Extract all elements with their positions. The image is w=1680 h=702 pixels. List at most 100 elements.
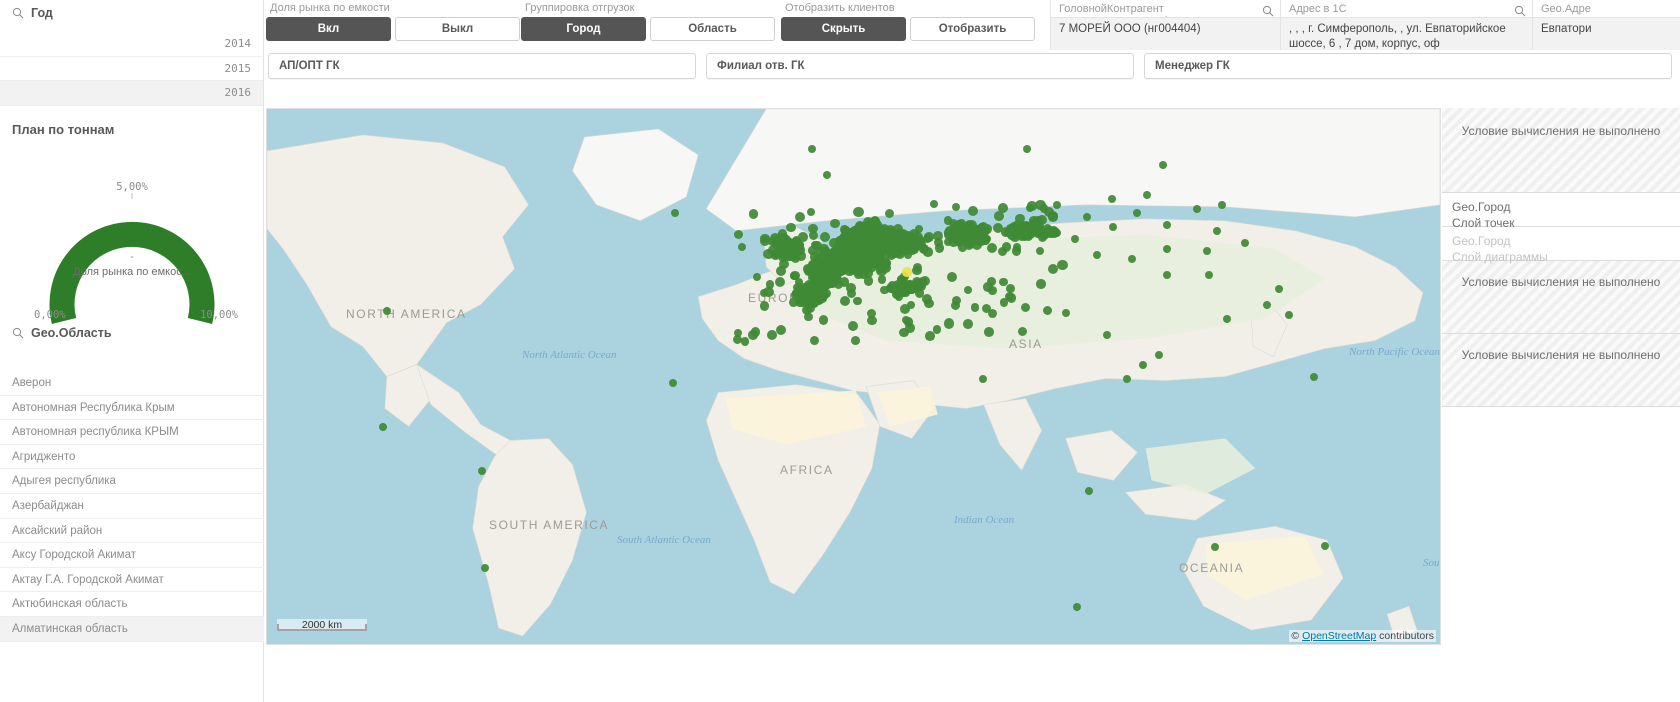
grouping-region-button[interactable]: Область [650, 17, 775, 41]
gauge-chart[interactable]: 5,00% 0,00% 10,00% - Доля рынка по емкос… [0, 141, 264, 341]
list-item[interactable]: Азербайджан [0, 494, 264, 519]
filter-label[interactable]: Филиал отв. ГК [706, 53, 1134, 79]
map-point[interactable] [988, 286, 997, 295]
list-item[interactable]: Агридженто [0, 445, 264, 470]
map-point[interactable] [894, 292, 904, 301]
map-point[interactable] [1036, 279, 1046, 289]
filter-ap-opt[interactable]: АП/ОПТ ГК [268, 53, 696, 79]
search-cell-geo-address[interactable]: Geo.Адре Евпатори [1532, 0, 1680, 50]
map-point[interactable] [794, 211, 806, 222]
map-point[interactable] [1016, 226, 1027, 237]
map-point[interactable] [760, 301, 770, 311]
map-point[interactable] [808, 260, 818, 270]
map-point[interactable] [901, 316, 910, 325]
map-point[interactable] [785, 222, 796, 233]
map-point[interactable] [767, 329, 778, 340]
map-point[interactable] [987, 308, 997, 318]
list-item[interactable]: 2015 [0, 57, 263, 82]
map-point[interactable] [1015, 213, 1025, 224]
market-share-on-button[interactable]: Вкл [266, 17, 391, 41]
map-point[interactable] [984, 327, 994, 338]
list-item[interactable]: 2016 [0, 81, 263, 106]
list-item[interactable]: Аверон [0, 371, 264, 396]
map-point[interactable] [805, 302, 816, 313]
map-point[interactable] [776, 324, 787, 335]
search-icon[interactable] [1514, 5, 1526, 17]
map-point[interactable] [873, 232, 883, 242]
calc-condition-cell[interactable]: Условие вычисления не выполнено [1442, 334, 1680, 407]
map-point[interactable] [905, 322, 916, 333]
map-point[interactable] [733, 229, 744, 239]
list-item[interactable]: Аксайский район [0, 519, 264, 544]
map-point[interactable] [893, 228, 902, 238]
list-item[interactable]: Аксу Городской Акимат [0, 543, 264, 568]
map-point[interactable] [859, 223, 869, 233]
map-point[interactable] [819, 232, 830, 243]
filter-branch[interactable]: Филиал отв. ГК [706, 53, 1134, 79]
cell-value[interactable]: Евпатори [1533, 17, 1680, 50]
map-point[interactable] [957, 219, 966, 228]
map-point[interactable] [1017, 327, 1027, 337]
cell-value[interactable]: 7 МОРЕЙ ООО (нг004404) [1051, 17, 1280, 50]
search-cell-address-1c[interactable]: Адрес в 1С , , , г. Симферополь, , ул. Е… [1280, 0, 1532, 50]
map-point[interactable] [902, 267, 912, 277]
map-point[interactable] [856, 244, 866, 255]
map-point[interactable] [884, 226, 894, 236]
search-icon[interactable] [1262, 5, 1274, 17]
map-point[interactable] [856, 262, 866, 272]
calc-condition-cell[interactable]: Условие вычисления не выполнено [1442, 108, 1680, 193]
map-point[interactable] [760, 236, 770, 247]
map-point[interactable] [794, 240, 804, 250]
map-point[interactable] [1048, 211, 1058, 222]
grouping-city-button[interactable]: Город [521, 17, 646, 41]
list-item[interactable]: Актау Г.А. Городской Акимат [0, 568, 264, 593]
map-point[interactable] [812, 240, 822, 250]
list-item[interactable]: Автономная республика КРЫМ [0, 420, 264, 445]
map-point[interactable] [921, 293, 932, 304]
cell-value[interactable]: , , , г. Симферополь, , ул. Евпаторийско… [1281, 17, 1532, 50]
region-filter-header[interactable]: Geo.Область [0, 320, 264, 344]
list-item[interactable]: Автономная Республика Крым [0, 396, 264, 421]
map-point[interactable] [1012, 243, 1022, 252]
map-point[interactable] [957, 229, 966, 238]
map-point[interactable] [804, 313, 813, 322]
map-point[interactable] [946, 271, 957, 282]
map-point[interactable] [943, 318, 955, 329]
map-point[interactable] [830, 218, 840, 229]
map-point[interactable] [819, 315, 829, 325]
map-point[interactable] [778, 232, 790, 244]
map-point[interactable] [993, 222, 1004, 233]
list-item[interactable]: Алматинская область [0, 616, 264, 642]
list-item[interactable]: Адыгея республика [0, 469, 264, 494]
map-point[interactable] [765, 280, 775, 289]
map-point[interactable] [741, 337, 750, 346]
map-point[interactable] [924, 232, 934, 242]
map-point[interactable] [737, 242, 746, 251]
map-point[interactable] [850, 336, 860, 345]
hide-clients-button[interactable]: Скрыть [781, 17, 906, 41]
map-point[interactable] [1020, 302, 1031, 313]
map-point[interactable] [753, 272, 762, 281]
map-point[interactable] [803, 290, 814, 301]
map-point[interactable] [986, 243, 997, 254]
map-point[interactable] [967, 205, 978, 216]
map-point[interactable] [970, 303, 980, 312]
search-icon[interactable] [12, 7, 24, 19]
map-point[interactable] [750, 327, 761, 337]
map-point[interactable] [880, 260, 891, 271]
openstreetmap-link[interactable]: OpenStreetMap [1302, 630, 1376, 642]
search-cell-head-counterparty[interactable]: ГоловнойКонтрагент 7 МОРЕЙ ООО (нг004404… [1050, 0, 1280, 50]
year-filter-list[interactable]: 2014 2015 2016 [0, 32, 263, 106]
filter-manager[interactable]: Менеджер ГК [1144, 53, 1672, 79]
layer-cell-points[interactable]: Geo.Город Слой точек [1442, 193, 1680, 230]
map-point[interactable] [1057, 259, 1068, 271]
market-share-off-button[interactable]: Выкл [395, 17, 520, 41]
filter-label[interactable]: Менеджер ГК [1144, 53, 1672, 79]
map-point[interactable] [813, 294, 824, 305]
map-point[interactable] [839, 277, 850, 287]
filter-label[interactable]: АП/ОПТ ГК [268, 53, 696, 79]
map-chart[interactable]: North Atlantic Ocean South Atlantic Ocea… [266, 108, 1441, 645]
map-point[interactable] [986, 277, 996, 287]
layer-cell-chart[interactable]: Geo.Город Слой диаграммы [1442, 227, 1680, 264]
map-point[interactable] [834, 247, 844, 257]
